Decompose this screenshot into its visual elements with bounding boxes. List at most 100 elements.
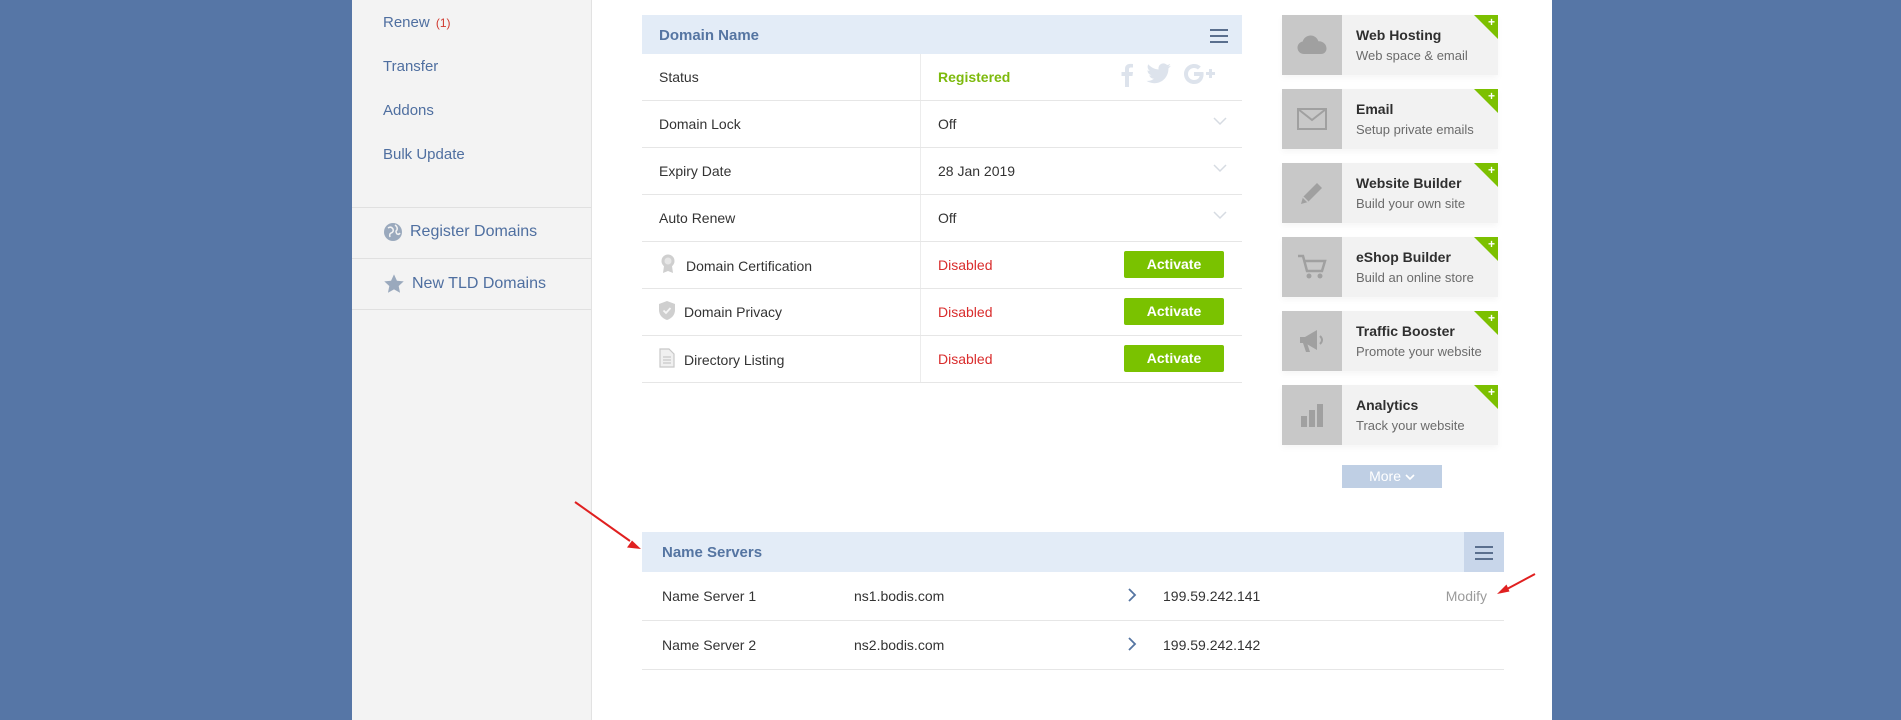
plus-icon[interactable]: + bbox=[1488, 311, 1495, 325]
domain-name-panel: Domain Name Status Registered Domain Loc… bbox=[642, 15, 1242, 383]
auto-renew-row[interactable]: Auto Renew Off bbox=[642, 195, 1242, 242]
new-tld-domains-label: New TLD Domains bbox=[412, 275, 546, 292]
domain-panel-header: Domain Name bbox=[642, 15, 1242, 54]
name-servers-title: Name Servers bbox=[662, 544, 763, 561]
register-domains-label: Register Domains bbox=[410, 223, 538, 240]
addon-cards: Web Hosting Web space & email + Email Se… bbox=[1282, 15, 1498, 459]
addon-title: Web Hosting bbox=[1356, 27, 1442, 43]
sidebar-link-addons[interactable]: Addons bbox=[383, 102, 434, 119]
plus-icon[interactable]: + bbox=[1488, 89, 1495, 103]
name-server-row: Name Server 1 ns1.bodis.com 199.59.242.1… bbox=[642, 572, 1504, 621]
chevron-right-icon bbox=[1128, 637, 1137, 651]
expiry-date-row[interactable]: Expiry Date 28 Jan 2019 bbox=[642, 148, 1242, 195]
sidebar-link-register-domains[interactable]: Register Domains bbox=[383, 222, 537, 242]
domain-privacy-row: Domain Privacy Disabled Activate bbox=[642, 289, 1242, 336]
chevron-down-icon bbox=[1405, 474, 1415, 481]
addon-title: eShop Builder bbox=[1356, 249, 1451, 265]
row-label: Domain Lock bbox=[659, 116, 741, 132]
sidebar-link-new-tld-domains[interactable]: New TLD Domains bbox=[383, 273, 546, 295]
sidebar-link-renew[interactable]: Renew (1) bbox=[383, 14, 451, 31]
more-button[interactable]: More bbox=[1342, 465, 1442, 488]
domain-lock-row[interactable]: Domain Lock Off bbox=[642, 101, 1242, 148]
directory-listing-value: Disabled bbox=[938, 351, 993, 367]
addon-subtitle: Setup private emails bbox=[1356, 122, 1474, 137]
domain-certification-row: Domain Certification Disabled Activate bbox=[642, 242, 1242, 289]
activate-privacy-button[interactable]: Activate bbox=[1124, 298, 1224, 325]
star-icon bbox=[384, 274, 404, 293]
name-servers-header: Name Servers bbox=[642, 532, 1504, 572]
cart-icon bbox=[1298, 254, 1327, 279]
sidebar-link-label: Renew bbox=[383, 14, 430, 31]
addon-title: Website Builder bbox=[1356, 175, 1462, 191]
sidebar-divider bbox=[352, 207, 591, 208]
addon-subtitle: Build an online store bbox=[1356, 270, 1474, 285]
more-label: More bbox=[1369, 468, 1401, 484]
addon-card-website-builder[interactable]: Website Builder Build your own site + bbox=[1282, 163, 1498, 223]
twitter-icon[interactable] bbox=[1146, 63, 1172, 85]
addon-title: Analytics bbox=[1356, 397, 1419, 413]
certificate-icon bbox=[661, 254, 675, 273]
facebook-icon[interactable] bbox=[1120, 63, 1134, 87]
row-label: Directory Listing bbox=[684, 351, 785, 368]
domain-privacy-value: Disabled bbox=[938, 304, 993, 320]
sidebar-divider bbox=[352, 258, 591, 259]
globe-icon bbox=[384, 223, 402, 241]
domain-lock-value: Off bbox=[938, 116, 957, 132]
shield-icon bbox=[659, 301, 675, 320]
domain-certification-value: Disabled bbox=[938, 257, 993, 273]
activate-directory-listing-button[interactable]: Activate bbox=[1124, 345, 1224, 372]
addon-subtitle: Promote your website bbox=[1356, 344, 1482, 359]
addon-subtitle: Web space & email bbox=[1356, 48, 1468, 63]
renew-count-badge: (1) bbox=[435, 16, 451, 30]
name-servers-panel: Name Servers Name Server 1 ns1.bodis.com… bbox=[642, 532, 1504, 670]
addon-card-web-hosting[interactable]: Web Hosting Web space & email + bbox=[1282, 15, 1498, 75]
plus-icon[interactable]: + bbox=[1488, 163, 1495, 177]
plus-icon[interactable]: + bbox=[1488, 237, 1495, 251]
status-value: Registered bbox=[938, 69, 1011, 85]
modify-name-servers-link[interactable]: Modify bbox=[1446, 588, 1487, 604]
plus-icon[interactable]: + bbox=[1488, 385, 1495, 399]
sidebar-link-bulk-update[interactable]: Bulk Update bbox=[383, 146, 465, 163]
google-plus-icon[interactable] bbox=[1184, 63, 1216, 85]
chevron-down-icon[interactable] bbox=[1212, 160, 1228, 176]
row-label: Expiry Date bbox=[659, 163, 732, 179]
addon-card-eshop-builder[interactable]: eShop Builder Build an online store + bbox=[1282, 237, 1498, 297]
name-server-row: Name Server 2 ns2.bodis.com 199.59.242.1… bbox=[642, 621, 1504, 670]
status-row: Status Registered bbox=[642, 54, 1242, 101]
directory-listing-row: Directory Listing Disabled Activate bbox=[642, 336, 1242, 383]
chevron-right-icon bbox=[1128, 588, 1137, 602]
social-share bbox=[1120, 63, 1216, 87]
document-icon bbox=[659, 348, 675, 368]
plus-icon[interactable]: + bbox=[1488, 15, 1495, 29]
row-label: Auto Renew bbox=[659, 210, 736, 226]
pencil-icon bbox=[1301, 183, 1322, 204]
row-label: Domain Privacy bbox=[684, 304, 783, 320]
addon-subtitle: Track your website bbox=[1356, 418, 1465, 433]
domain-panel-title: Domain Name bbox=[659, 27, 760, 44]
name-server-ip: 199.59.242.142 bbox=[1163, 637, 1261, 653]
name-server-host: ns1.bodis.com bbox=[854, 588, 945, 604]
domain-menu-icon[interactable] bbox=[1210, 25, 1228, 47]
addon-card-analytics[interactable]: Analytics Track your website + bbox=[1282, 385, 1498, 445]
addon-title: Email bbox=[1356, 101, 1394, 117]
addon-title: Traffic Booster bbox=[1356, 323, 1455, 339]
chevron-down-icon[interactable] bbox=[1212, 113, 1228, 129]
megaphone-icon bbox=[1300, 330, 1323, 352]
chevron-down-icon[interactable] bbox=[1212, 207, 1228, 223]
page: Renew (1) Transfer Addons Bulk Update Re… bbox=[352, 0, 1552, 720]
addon-card-email[interactable]: Email Setup private emails + bbox=[1282, 89, 1498, 149]
expiry-date-value: 28 Jan 2019 bbox=[938, 163, 1016, 179]
envelope-icon bbox=[1297, 108, 1327, 130]
addon-subtitle: Build your own site bbox=[1356, 196, 1466, 211]
activate-certification-button[interactable]: Activate bbox=[1124, 251, 1224, 278]
row-label: Domain Certification bbox=[686, 257, 813, 274]
bar-chart-icon bbox=[1301, 404, 1323, 427]
addon-card-traffic-booster[interactable]: Traffic Booster Promote your website + bbox=[1282, 311, 1498, 371]
name-servers-menu-icon[interactable] bbox=[1464, 532, 1504, 572]
cloud-icon bbox=[1297, 35, 1327, 54]
name-server-ip: 199.59.242.141 bbox=[1163, 588, 1261, 604]
sidebar-divider bbox=[352, 309, 591, 310]
row-label: Status bbox=[659, 69, 699, 85]
name-server-label: Name Server 2 bbox=[662, 637, 757, 653]
sidebar-link-transfer[interactable]: Transfer bbox=[383, 58, 438, 75]
